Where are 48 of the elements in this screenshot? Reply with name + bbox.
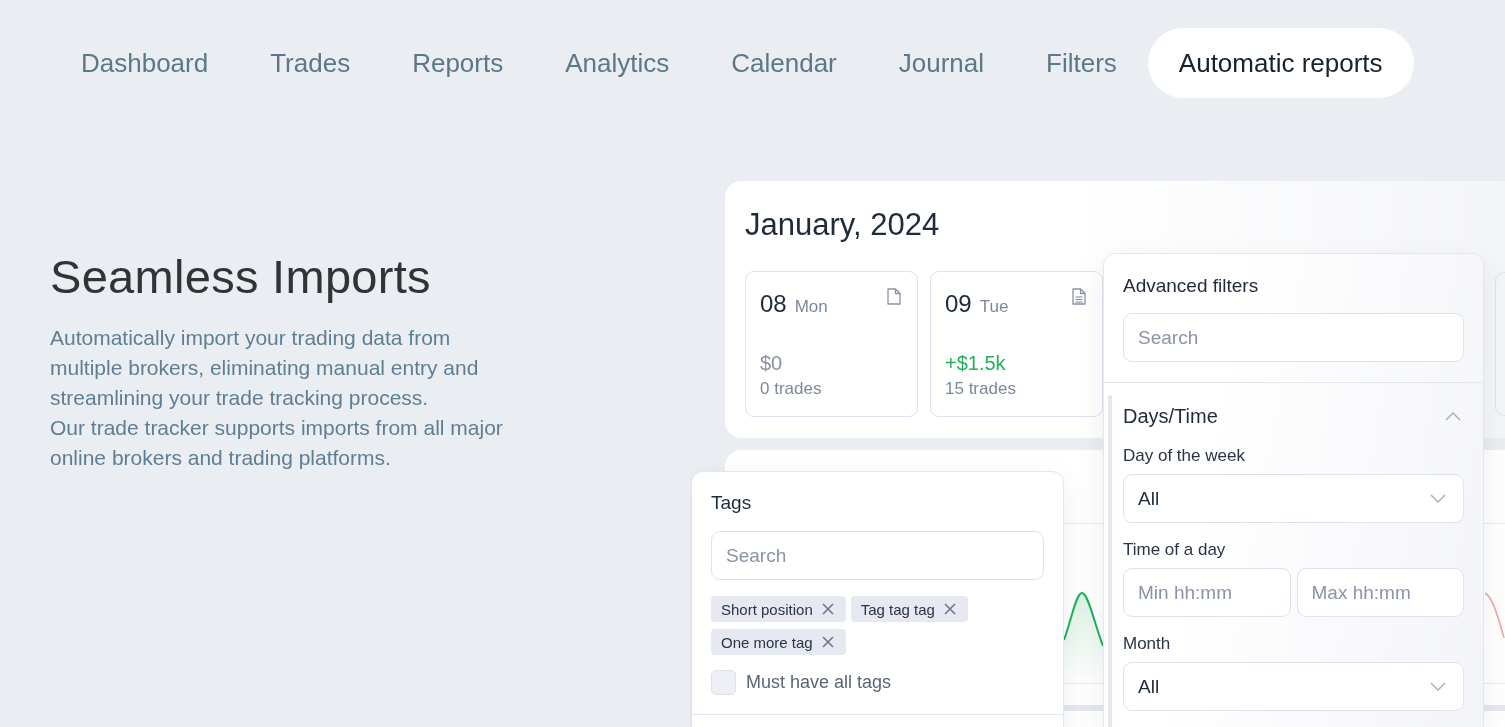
day-card[interactable]: 09 Tue +$1.5k 15 trades — [930, 271, 1103, 417]
chevron-down-icon — [1430, 494, 1446, 503]
nav-tab[interactable]: Trades — [239, 28, 382, 98]
pnl-value: $0 — [760, 351, 784, 376]
file-lines-icon[interactable] — [1072, 288, 1086, 305]
month-title: January, 2024 — [745, 207, 941, 243]
dropdown[interactable]: All — [1123, 474, 1464, 523]
checkbox-label: Must have all tags — [746, 672, 892, 693]
nav-tab[interactable]: Automatic reports — [1147, 28, 1414, 98]
panel-title: Tags — [711, 491, 753, 515]
search-field[interactable]: Search — [1123, 313, 1464, 362]
pnl-value: +$1.5k — [945, 351, 1007, 376]
field-label: Day of the week — [1123, 445, 1246, 467]
panel-title: Advanced filters — [1123, 274, 1260, 298]
trade-count: 15 trades — [945, 378, 1017, 400]
dropdown[interactable]: All — [1123, 662, 1464, 711]
section-title: Days/Time — [1123, 404, 1218, 429]
nav-tab[interactable]: Journal — [867, 28, 1016, 98]
tag-chip[interactable]: Short position — [711, 596, 846, 622]
weekday-label: Tue — [979, 296, 1009, 318]
checkbox[interactable] — [711, 670, 736, 695]
file-icon[interactable] — [887, 288, 901, 305]
day-number: 09 — [945, 289, 972, 319]
line-chart-drawing — [1484, 590, 1505, 640]
chevron-up-icon[interactable] — [1445, 411, 1461, 421]
close-icon[interactable] — [821, 636, 834, 648]
close-icon[interactable] — [943, 603, 956, 615]
chevron-down-icon — [1430, 682, 1446, 691]
field-label: Month — [1123, 633, 1172, 655]
day-number: 08 — [760, 289, 787, 319]
nav-tab[interactable]: Calendar — [700, 28, 868, 98]
time-field[interactable]: Min hh:mm — [1123, 568, 1291, 617]
nav-tab[interactable]: Dashboard — [50, 28, 240, 98]
field-label: Time of a day — [1123, 539, 1227, 561]
nav-tab[interactable]: Reports — [381, 28, 535, 98]
weekday-label: Mon — [794, 296, 828, 318]
tag-chip[interactable]: Tag tag tag — [850, 596, 968, 622]
nav-tab[interactable]: Analytics — [534, 28, 701, 98]
nav-tab[interactable]: Filters — [1015, 28, 1148, 98]
tag-chip[interactable]: One more tag — [711, 629, 846, 655]
trade-count: 0 trades — [760, 378, 823, 400]
description-text: Our trade tracker supports imports from all major online brokers and trading platforms. — [50, 415, 504, 471]
description-text: Automatically import your trading data from multiple brokers, eliminating manual entry and streamlining your trade tracking process. — [50, 325, 480, 411]
close-icon[interactable] — [821, 603, 834, 615]
search-field[interactable]: Search — [711, 531, 1044, 580]
section-heading: Seamless Imports — [50, 250, 432, 304]
time-field[interactable]: Max hh:mm — [1296, 568, 1464, 617]
day-card[interactable]: 08 Mon $0 0 trades — [745, 271, 918, 417]
